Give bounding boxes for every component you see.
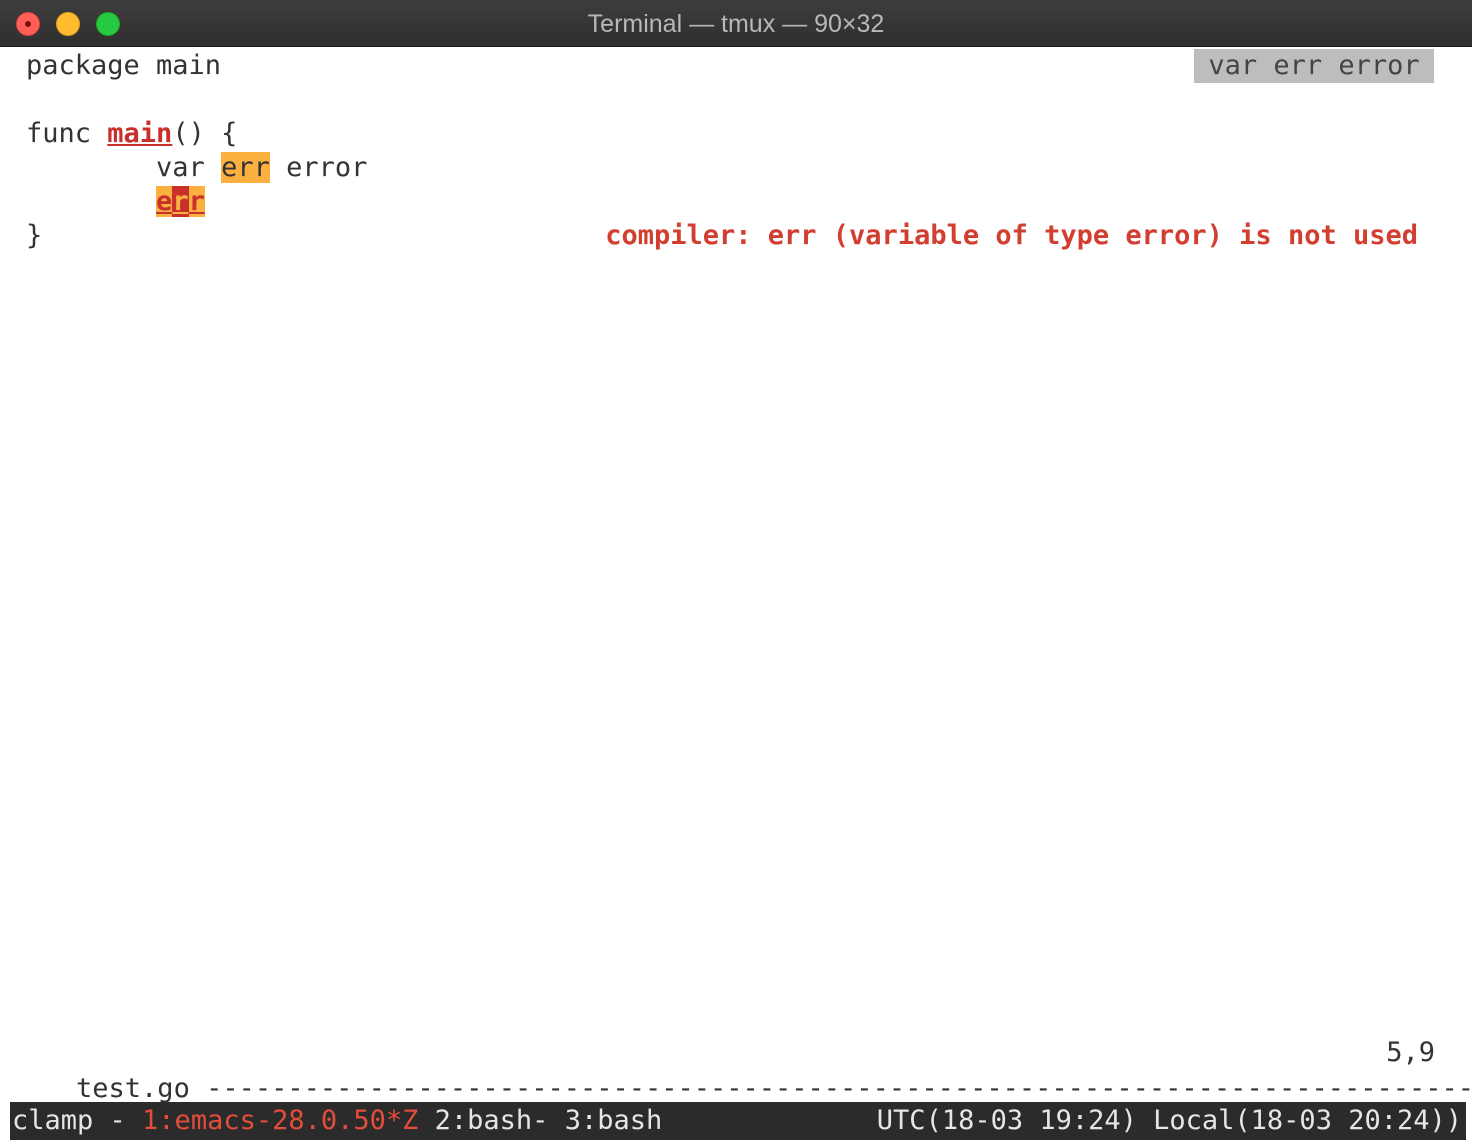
emacs-mode-line: test.go --------------------------------… [11,1035,1472,1104]
tmux-clock: UTC(18-03 19:24) Local(18-03 20:24)) [876,1105,1462,1136]
tmux-window-list: clamp - 1:emacs-28.0.50*Z 2:bash- 3:bash [12,1102,662,1140]
cursor-position: 5,9 [1386,1037,1435,1068]
code-line-3: func main() { [26,117,237,151]
text-cursor: r [172,186,189,217]
code-text: package main [26,50,222,81]
keyword-func: func [26,118,108,149]
function-name-main[interactable]: main [107,118,172,149]
code-text: error [269,152,368,183]
tmux-window-others[interactable]: 2:bash- 3:bash [418,1105,663,1136]
code-line-1: package main [26,49,221,83]
window-title: Terminal — tmux — 90×32 [587,10,885,38]
tmux-session-name: clamp - [12,1105,143,1136]
buffer-name: test.go [76,1073,190,1104]
highlighted-symbol-err[interactable]: err [221,152,270,183]
tmux-status-bar: clamp - 1:emacs-28.0.50*Z 2:bash- 3:bash… [10,1102,1466,1140]
error-symbol-err-part[interactable]: r [188,186,205,217]
code-line-4: var err error [26,151,367,185]
code-text: } [26,220,43,251]
error-symbol-err-part[interactable]: e [156,186,173,217]
mode-line-dashes: ----------------------------------------… [206,1073,1472,1104]
terminal-window: Terminal — tmux — 90×32 package main fun… [0,0,1472,1140]
tmux-window-active[interactable]: 1:emacs-28.0.50*Z [142,1105,418,1136]
code-line-6: } [26,219,42,253]
code-text: () { [172,118,238,149]
compiler-diagnostic: compiler: err (variable of type error) i… [605,220,1418,251]
eldoc-popup: var err error [1194,49,1434,83]
title-bar[interactable]: Terminal — tmux — 90×32 [0,0,1472,47]
code-line-5: err [26,185,205,219]
keyword-var: var [156,152,222,183]
